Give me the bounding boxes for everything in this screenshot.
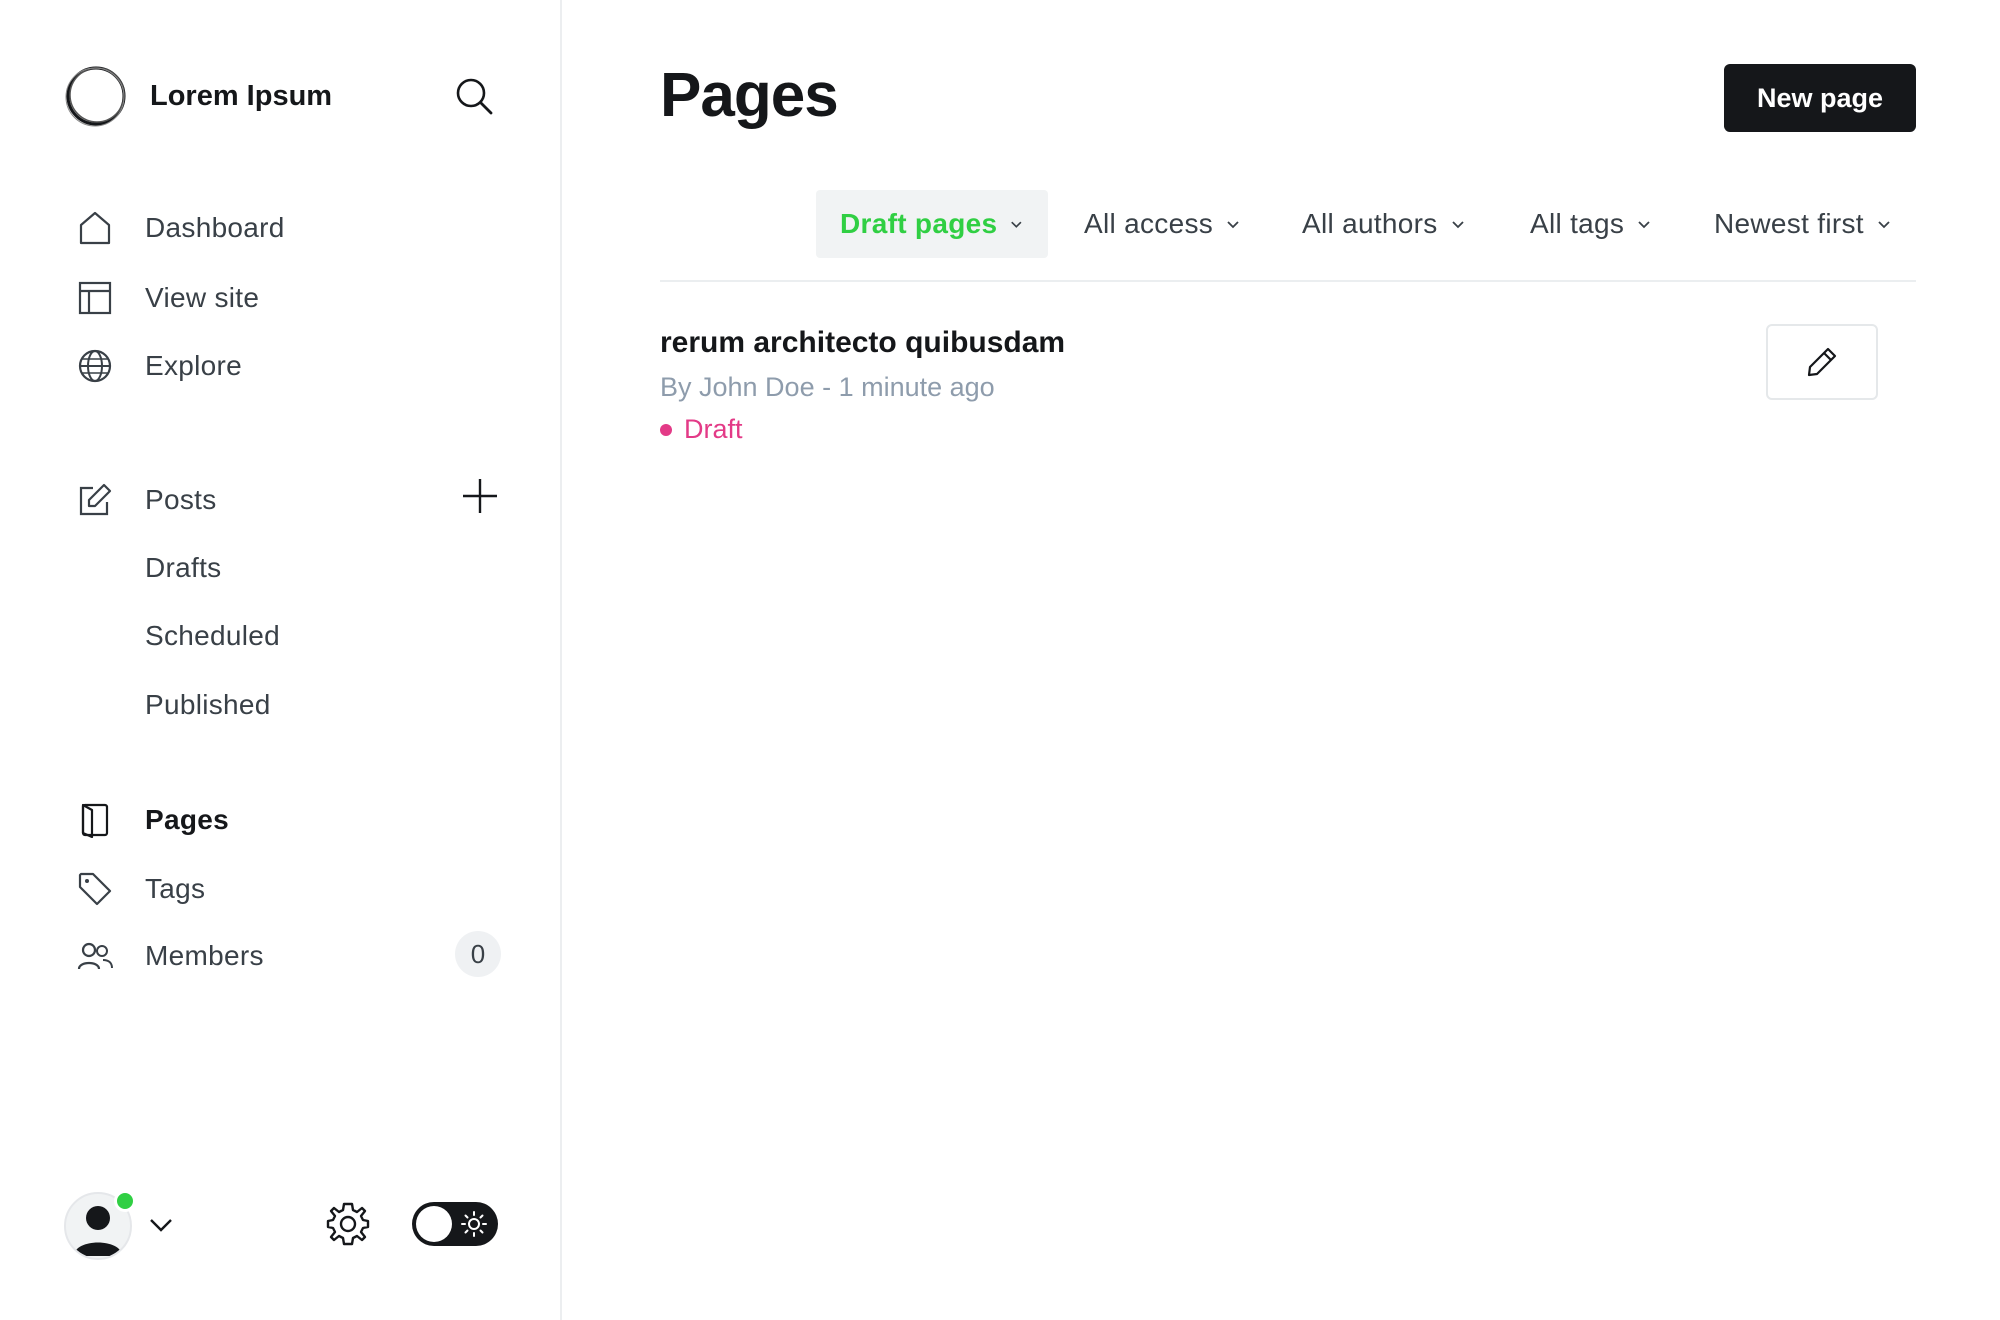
nav-tags[interactable]: Tags: [76, 865, 205, 913]
nav-explore-label: Explore: [145, 350, 243, 381]
chevron-down-icon: [1227, 221, 1239, 229]
filter-authors-label: All authors: [1302, 208, 1438, 239]
page-item-meta: By John Doe - 1 minute ago: [660, 372, 995, 402]
new-page-button[interactable]: New page: [1724, 64, 1916, 132]
sun-icon: [461, 1211, 487, 1237]
layout-icon: [76, 279, 114, 317]
nav-members-label: Members: [145, 940, 264, 971]
home-icon: [76, 209, 114, 247]
chevron-down-icon: [1638, 221, 1650, 229]
tag-icon: [76, 870, 114, 908]
chevron-down-icon: [1451, 221, 1464, 229]
filter-access-label: All access: [1084, 208, 1214, 239]
nav-tags-label: Tags: [145, 873, 206, 904]
chevron-down-icon[interactable]: [146, 1210, 176, 1240]
nav-posts[interactable]: Posts: [76, 476, 216, 524]
gear-icon[interactable]: [324, 1200, 372, 1248]
status-badge: Draft: [660, 414, 743, 445]
sidebar: Lorem Ipsum Dashboard View site Explore …: [0, 0, 562, 1320]
pencil-icon: [1807, 347, 1837, 377]
plus-icon: [463, 479, 497, 513]
filter-tags-label: All tags: [1530, 208, 1625, 239]
nav-pages[interactable]: Pages: [76, 796, 229, 844]
user-avatar-button[interactable]: [64, 1190, 136, 1260]
filter-tags[interactable]: All tags: [1530, 190, 1652, 258]
online-status-dot: [114, 1190, 136, 1212]
filter-access[interactable]: All access: [1084, 190, 1241, 258]
nav-posts-label: Posts: [145, 484, 217, 515]
search-icon: [456, 78, 493, 115]
members-icon: [76, 937, 114, 975]
edit-page-button[interactable]: [1766, 324, 1878, 400]
nav-view-site[interactable]: View site: [76, 274, 259, 322]
edit-icon: [76, 481, 114, 519]
nav-dashboard-label: Dashboard: [145, 212, 285, 243]
search-button[interactable]: [452, 74, 496, 118]
chevron-down-icon: [1878, 221, 1890, 229]
list-divider: [660, 280, 1916, 282]
filter-sort-label: Newest first: [1714, 208, 1864, 239]
brand[interactable]: Lorem Ipsum: [64, 64, 332, 128]
new-post-button[interactable]: [458, 474, 502, 518]
filter-type[interactable]: Draft pages: [816, 190, 1048, 258]
nav-members[interactable]: Members: [76, 932, 263, 980]
nav-dashboard[interactable]: Dashboard: [76, 204, 284, 252]
status-label: Draft: [684, 414, 743, 444]
filter-authors[interactable]: All authors: [1302, 190, 1466, 258]
nav-published[interactable]: Published: [145, 683, 271, 727]
theme-toggle[interactable]: [412, 1202, 498, 1246]
nav-explore[interactable]: Explore: [76, 342, 242, 390]
status-dot: [660, 423, 672, 436]
nav-drafts[interactable]: Drafts: [145, 546, 221, 590]
filter-sort[interactable]: Newest first: [1714, 190, 1892, 258]
toggle-knob: [416, 1206, 452, 1242]
filter-type-label: Draft pages: [840, 208, 998, 239]
page-item-title[interactable]: rerum architecto quibusdam: [660, 326, 1065, 360]
site-name: Lorem Ipsum: [150, 79, 333, 112]
globe-icon: [76, 347, 114, 385]
site-logo-icon: [65, 66, 126, 127]
page-icon: [76, 801, 114, 839]
nav-view-site-label: View site: [145, 282, 260, 313]
chevron-down-icon: [1011, 221, 1022, 228]
nav-pages-label: Pages: [145, 804, 229, 835]
page-title: Pages: [660, 61, 839, 130]
members-count-badge: 0: [455, 931, 501, 977]
nav-scheduled[interactable]: Scheduled: [145, 614, 280, 658]
